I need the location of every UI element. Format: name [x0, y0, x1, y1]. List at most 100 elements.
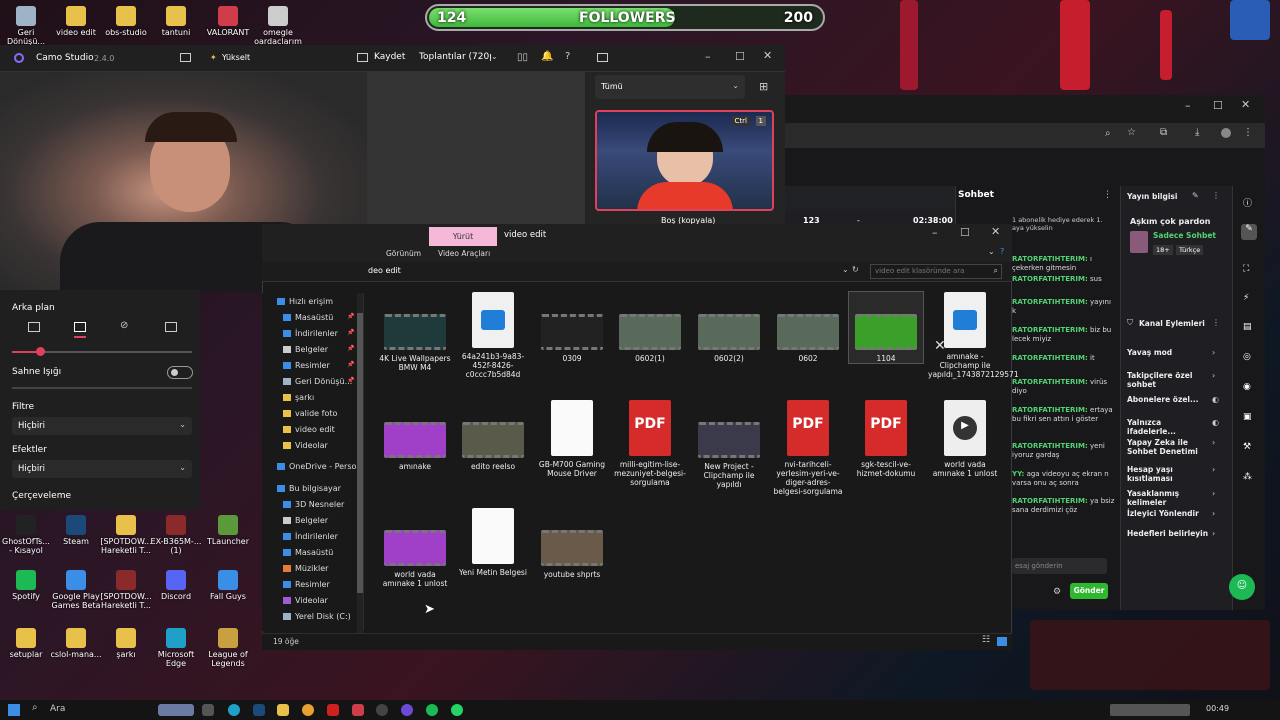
browser-close-icon[interactable]: ✕	[1241, 98, 1250, 111]
close-preview-icon[interactable]: ✕	[934, 338, 946, 354]
desktop-icon[interactable]: Microsoft Edge	[150, 628, 202, 668]
nav-item[interactable]: video edit	[283, 425, 357, 434]
explorer-maximize-icon[interactable]: ☐	[960, 226, 970, 239]
bell-icon[interactable]: 🔔	[541, 51, 553, 62]
file-item[interactable]: ▶ world vada amınake 1 unlost	[928, 400, 1002, 478]
chevron-down-icon[interactable]: ⌄	[491, 52, 498, 61]
tool-icon-1[interactable]: ⛶	[1243, 264, 1249, 274]
file-item[interactable]: 1104	[848, 291, 924, 364]
chevron-right-icon[interactable]: ›	[1212, 371, 1215, 380]
nav-item[interactable]: valide foto	[283, 409, 357, 418]
explorer-taskbar-icon[interactable]	[277, 704, 289, 716]
nav-item[interactable]: 3D Nesneler	[283, 500, 357, 509]
tool-icon-7[interactable]: ⁂	[1243, 472, 1252, 482]
file-item[interactable]: 0602(1)	[613, 292, 687, 363]
desktop-icon[interactable]: cslol-mana...	[50, 628, 102, 659]
desktop-icon[interactable]: TLauncher	[202, 515, 254, 546]
bg-slider-thumb[interactable]	[36, 347, 45, 356]
desktop-icon[interactable]: Fall Guys	[202, 570, 254, 601]
explorer-close-icon[interactable]: ✕	[991, 225, 1000, 238]
download-icon[interactable]: ⤓	[1195, 127, 1199, 138]
widgets-icon[interactable]	[158, 704, 194, 716]
grid-icon[interactable]: ⊞	[759, 80, 768, 93]
file-item[interactable]: world vada amınake 1 unlost	[378, 508, 452, 588]
whatsapp-taskbar-icon[interactable]	[451, 704, 463, 716]
tool-icon-4[interactable]: ◎	[1243, 352, 1251, 362]
info-icon[interactable]: ⓘ	[1243, 196, 1252, 209]
file-item[interactable]: New Project - Clipchamp ile yapıldı	[692, 400, 766, 489]
file-item[interactable]: 0602	[771, 292, 845, 363]
bg-image-icon[interactable]	[165, 322, 177, 332]
nav-scrollbar[interactable]	[357, 293, 363, 633]
preset-select[interactable]: Toplantılar (720p	[419, 52, 491, 62]
desktop-icon[interactable]: League of Legends	[202, 628, 254, 668]
chevron-right-icon[interactable]: ›	[1212, 465, 1215, 474]
chat-username[interactable]: RATORFATIHTERIM:	[1012, 442, 1088, 450]
chat-username[interactable]: RATORFATIHTERIM:	[1012, 275, 1088, 283]
panel-icon[interactable]	[597, 53, 608, 62]
desktop-icon[interactable]: Google Play Games Beta	[50, 570, 102, 610]
desktop-icon[interactable]: tantuni	[150, 6, 202, 37]
maximize-icon[interactable]: ☐	[735, 50, 745, 63]
mod-setting-item[interactable]: Yavaş mod	[1127, 348, 1209, 357]
nav-item[interactable]: Videolar	[283, 596, 357, 605]
toggle-switch[interactable]: ◐	[1212, 395, 1219, 404]
desktop-icon[interactable]: Discord	[150, 570, 202, 601]
large-icons-view-icon[interactable]	[997, 637, 1007, 646]
upgrade-button[interactable]: Yükselt	[222, 53, 250, 62]
video-tools-tab[interactable]: Video Araçları	[438, 249, 490, 258]
chevron-right-icon[interactable]: ›	[1212, 438, 1215, 447]
desktop-icon[interactable]: [SPOTDOW... Hareketli T...	[100, 570, 152, 610]
mod-setting-item[interactable]: Abonelere özel...	[1127, 395, 1209, 404]
explorer-minimize-icon[interactable]: –	[932, 226, 938, 239]
tag-language[interactable]: Türkçe	[1176, 245, 1204, 255]
effects-select[interactable]: Hiçbiri ⌄	[12, 460, 192, 478]
chat-username[interactable]: RATORFATIHTERIM:	[1012, 497, 1088, 505]
desktop-icon[interactable]: Spotify	[0, 570, 52, 601]
file-item[interactable]: 0309	[535, 292, 609, 363]
mod-setting-item[interactable]: Yapay Zeka ile Sohbet Denetimi	[1127, 438, 1209, 456]
file-item[interactable]: GB-M700 Gaming Mouse Driver	[535, 400, 609, 478]
chat-username[interactable]: RATORFATIHTERIM:	[1012, 378, 1088, 386]
tool-icon-6[interactable]: ▣	[1243, 412, 1252, 422]
file-item[interactable]: PDF sgk-tescil-ve-hizmet-dokumu	[849, 400, 923, 478]
file-item[interactable]: edito reelso	[456, 400, 530, 471]
bg-none-icon[interactable]	[28, 322, 40, 332]
tool-icon-2[interactable]: ⚡	[1243, 293, 1249, 303]
chat-send-button[interactable]: Gönder	[1070, 583, 1108, 599]
edit-pencil-icon[interactable]: ✎	[1192, 191, 1199, 200]
desktop-icon[interactable]: GhostOfTs... - Kısayol	[0, 515, 52, 555]
youtube-taskbar-icon[interactable]	[327, 704, 339, 716]
assistant-fab-icon[interactable]: ☺	[1229, 574, 1255, 600]
desktop-icon[interactable]: Steam	[50, 515, 102, 546]
chevron-right-icon[interactable]: ›	[1212, 489, 1215, 498]
file-item[interactable]: Yeni Metin Belgesi	[456, 508, 530, 577]
chat-settings-icon[interactable]: ⚙	[1053, 587, 1061, 597]
mod-setting-item[interactable]: İzleyici Yönlendir	[1127, 509, 1209, 518]
nav-item[interactable]: İndirilenler 📌	[283, 329, 357, 338]
chat-menu-icon[interactable]: ⋮	[1103, 190, 1112, 200]
help-icon[interactable]: ?	[565, 51, 570, 62]
minimize-icon[interactable]: –	[705, 50, 711, 63]
bookmark-star-icon[interactable]: ☆	[1127, 127, 1136, 138]
browser-minimize-icon[interactable]: –	[1185, 99, 1191, 112]
chat-username[interactable]: RATORFATIHTERIM:	[1012, 255, 1088, 263]
chat-username[interactable]: RATORFATIHTERIM:	[1012, 326, 1088, 334]
desktop-icon[interactable]: video edit	[50, 6, 102, 37]
scene-light-slider[interactable]	[12, 387, 192, 389]
file-item[interactable]: youtube shprts	[535, 508, 609, 579]
address-dropdown-icon[interactable]: ⌄	[842, 265, 849, 274]
edit-tool-icon[interactable]: ✎	[1241, 224, 1257, 240]
obs-taskbar-icon[interactable]	[376, 704, 388, 716]
nav-item[interactable]: Videolar	[283, 441, 357, 450]
camo-taskbar-icon[interactable]	[401, 704, 413, 716]
chevron-right-icon[interactable]: ›	[1212, 509, 1215, 518]
tool-icon-5[interactable]: ◉	[1243, 382, 1251, 392]
nav-item[interactable]: Resimler 📌	[283, 361, 357, 370]
file-item[interactable]: 4K Live Wallpapers BMW M4	[378, 292, 452, 372]
chevron-right-icon[interactable]: ›	[1212, 529, 1215, 538]
nav-item[interactable]: şarkı	[283, 393, 357, 402]
bg-person-icon[interactable]	[74, 322, 86, 332]
details-view-icon[interactable]: ☷	[982, 635, 990, 645]
file-item[interactable]: amınake - Clipchamp ile yapıldı_17438721…	[928, 292, 1019, 379]
